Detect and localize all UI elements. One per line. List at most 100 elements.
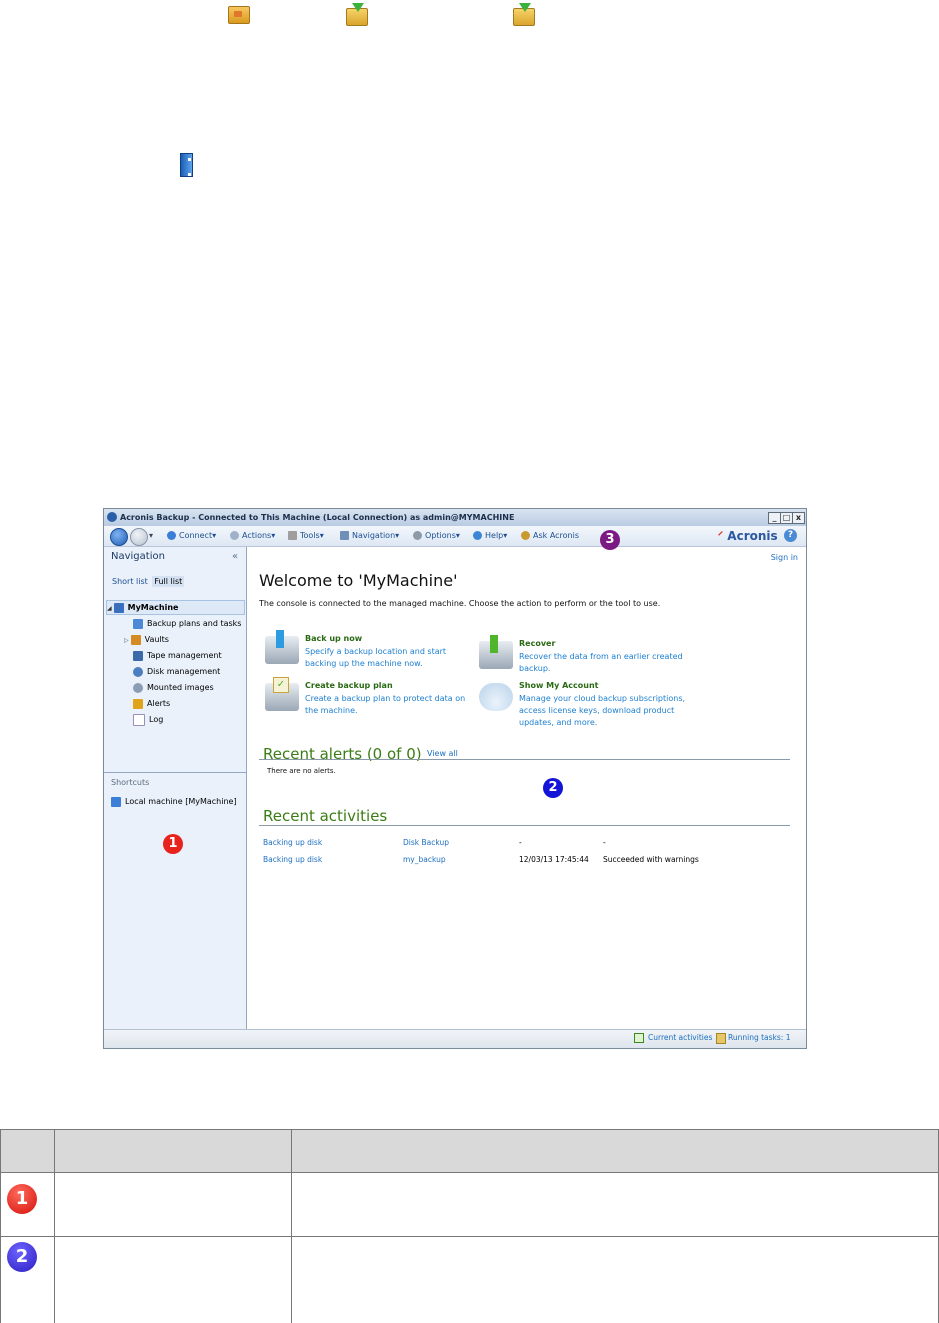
- back-arrow-icon[interactable]: [110, 528, 128, 546]
- recover-drive-icon: [479, 635, 513, 669]
- current-activities-link[interactable]: Current activities: [648, 1033, 712, 1042]
- navigation-pane: Navigation « Short list Full list ◢ MyMac…: [104, 547, 247, 1030]
- table-column-divider: [54, 1130, 55, 1323]
- options-label: Options▾: [425, 531, 460, 540]
- activity-task-link[interactable]: Backing up disk: [263, 837, 322, 849]
- tree-label-mymachine: MyMachine: [127, 603, 179, 612]
- tab-short-list[interactable]: Short list: [110, 576, 150, 587]
- title-bar: Acronis Backup - Connected to This Machi…: [104, 509, 806, 526]
- tree-item-vaults[interactable]: ▷ Vaults: [124, 633, 169, 646]
- tools-label: Tools▾: [300, 531, 324, 540]
- create-backup-plan-desc[interactable]: Create a backup plan to protect data on …: [305, 693, 477, 717]
- connect-menu[interactable]: Connect▾: [167, 526, 216, 546]
- activity-result: -: [603, 838, 606, 847]
- alerts-icon: [133, 698, 143, 709]
- tree-item-tape-management[interactable]: Tape management: [133, 649, 222, 662]
- running-tasks-link[interactable]: Running tasks: 1: [728, 1033, 791, 1042]
- folder-download-icon: [346, 3, 368, 26]
- activity-time: 12/03/13 17:45:44: [519, 855, 589, 864]
- mounted-image-icon: [133, 682, 143, 693]
- forward-arrow-icon[interactable]: [130, 528, 148, 546]
- expand-mymachine-icon[interactable]: ◢: [107, 605, 112, 612]
- create-backup-plan-action[interactable]: ✓ Create backup plan Create a backup pla…: [265, 677, 477, 719]
- help-menu-icon: [473, 531, 482, 540]
- actions-menu[interactable]: Actions▾: [230, 526, 275, 546]
- activity-result: Succeeded with warnings: [603, 855, 699, 864]
- back-up-now-title[interactable]: Back up now: [305, 634, 362, 643]
- backup-plans-icon: [133, 618, 143, 629]
- history-dropdown-icon[interactable]: ▾: [149, 526, 153, 546]
- show-my-account-title[interactable]: Show My Account: [519, 681, 598, 690]
- nav-tabs: Short list Full list: [110, 576, 185, 587]
- recover-desc[interactable]: Recover the data from an earlier created…: [519, 651, 691, 675]
- table-row: 2: [1, 1237, 939, 1323]
- tools-icon: [288, 531, 297, 540]
- current-activities-icon: [634, 1033, 644, 1043]
- recover-title[interactable]: Recover: [519, 639, 555, 648]
- welcome-pane: Sign in Welcome to 'MyMachine' The conso…: [247, 547, 806, 1029]
- upload-arrow-icon: [276, 630, 284, 648]
- show-my-account-desc[interactable]: Manage your cloud backup subscriptions, …: [519, 693, 691, 729]
- recent-activities-title: Recent activities: [263, 807, 388, 825]
- tree-item-alerts[interactable]: Alerts: [133, 697, 170, 710]
- close-button[interactable]: x: [792, 512, 805, 524]
- log-icon: [133, 713, 145, 726]
- shortcut-local-machine[interactable]: Local machine [MyMachine]: [111, 795, 237, 808]
- tree-label-disk: Disk management: [147, 667, 221, 676]
- tree-item-mymachine[interactable]: ◢ MyMachine: [106, 600, 245, 615]
- recover-action[interactable]: Recover Recover the data from an earlier…: [479, 635, 691, 677]
- activity-plan-link[interactable]: my_backup: [403, 854, 446, 866]
- cloud-icon: [479, 683, 513, 711]
- activity-plan-link[interactable]: Disk Backup: [403, 837, 449, 849]
- vertical-bar-icon: [180, 153, 193, 177]
- view-all-link[interactable]: View all: [427, 749, 458, 758]
- back-up-now-desc[interactable]: Specify a backup location and start back…: [305, 646, 477, 670]
- folder-download-icon-2: [513, 3, 535, 26]
- sign-in-link[interactable]: Sign in: [771, 553, 798, 562]
- activities-divider: [259, 825, 790, 826]
- tree-label-alerts: Alerts: [147, 699, 171, 708]
- alerts-divider: [259, 759, 790, 760]
- backup-plan-icon: ✓: [265, 677, 299, 711]
- acronis-logo-text: Acronis: [727, 529, 778, 543]
- ask-acronis-link[interactable]: Ask Acronis: [521, 526, 579, 546]
- welcome-subtitle: The console is connected to the managed …: [259, 599, 661, 608]
- vaults-icon: [130, 634, 141, 645]
- activity-time: -: [519, 838, 522, 847]
- show-my-account-action[interactable]: Show My Account Manage your cloud backup…: [479, 681, 689, 727]
- tree-item-log[interactable]: Log: [133, 713, 163, 726]
- shortcuts-pane: Shortcuts Local machine [MyMachine]: [104, 772, 246, 1030]
- shortcut-label: Local machine [MyMachine]: [125, 797, 237, 806]
- tree-item-mounted-images[interactable]: Mounted images: [133, 681, 214, 694]
- download-arrow-icon: [490, 635, 498, 653]
- window-title: Acronis Backup - Connected to This Machi…: [120, 513, 515, 522]
- backup-drive-icon: [265, 630, 299, 664]
- status-bar: Current activities Running tasks: 1: [104, 1029, 806, 1048]
- activity-task-link[interactable]: Backing up disk: [263, 854, 322, 866]
- table-column-divider: [291, 1130, 292, 1323]
- tree-item-backup-plans[interactable]: Backup plans and tasks: [133, 617, 241, 630]
- connect-icon: [167, 531, 176, 540]
- tree-label-log: Log: [149, 715, 164, 724]
- tab-full-list[interactable]: Full list: [152, 576, 185, 587]
- running-tasks-icon: [716, 1033, 726, 1044]
- create-backup-plan-title[interactable]: Create backup plan: [305, 681, 393, 690]
- acronis-swoosh-icon: ᐟ: [718, 529, 724, 543]
- tree-item-disk-management[interactable]: Disk management: [133, 665, 220, 678]
- collapse-pane-icon[interactable]: «: [232, 551, 238, 562]
- help-menu[interactable]: Help▾: [473, 526, 507, 546]
- options-menu[interactable]: Options▾: [413, 526, 460, 546]
- help-icon[interactable]: ?: [784, 529, 797, 542]
- help-label: Help▾: [485, 531, 508, 540]
- acronis-app-icon: [107, 512, 117, 522]
- navigation-menu[interactable]: Navigation▾: [340, 526, 399, 546]
- actions-icon: [230, 531, 239, 540]
- table-badge-2: 2: [7, 1242, 37, 1272]
- tape-icon: [133, 650, 143, 661]
- back-up-now-action[interactable]: Back up now Specify a backup location an…: [265, 630, 477, 672]
- tools-menu[interactable]: Tools▾: [288, 526, 324, 546]
- expand-vaults-icon[interactable]: ▷: [124, 637, 129, 644]
- recent-alerts-title: Recent alerts (0 of 0): [263, 745, 422, 763]
- toolbar: ▾ Connect▾ Actions▾ Tools▾ Navigation▾ O…: [104, 526, 806, 547]
- application-window: Acronis Backup - Connected to This Machi…: [103, 508, 807, 1049]
